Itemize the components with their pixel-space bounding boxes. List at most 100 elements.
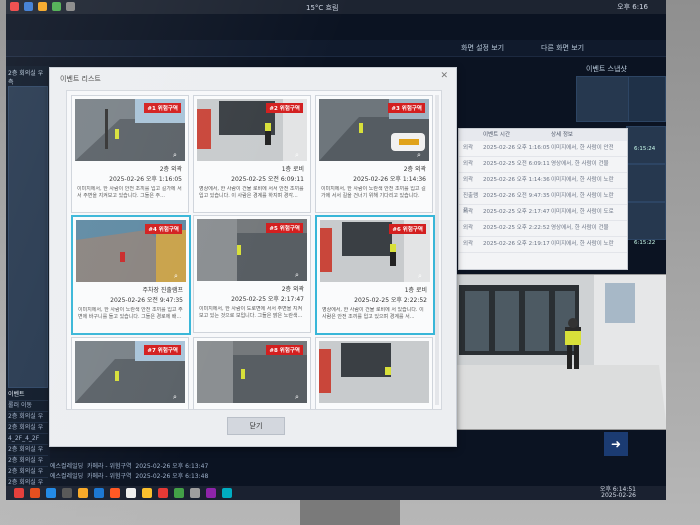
log-row[interactable]: 에스컬레일딩 카메라 - 위험구역 2025-02-26 오후 6:13:48 [50, 472, 470, 482]
event-card[interactable] [315, 337, 433, 409]
magnifier-icon[interactable]: ⌕ [173, 151, 181, 159]
scrollbar[interactable] [435, 95, 439, 405]
table-row[interactable]: 외곽 2025-02-26 오후 2:19:17 이미지에서, 한 사람이 노란 [459, 237, 627, 253]
event-card[interactable]: #7 위험구역 ⌕ [71, 337, 189, 409]
event-time: 2025-02-26 오후 1:16:05 [109, 176, 182, 183]
other-view-button[interactable]: 다른 화면 보기 [541, 43, 584, 53]
dialog-title: 이벤트 리스트 [60, 75, 101, 83]
app-icon[interactable] [142, 488, 152, 498]
event-time: 2025-02-25 오후 2:22:52 [354, 297, 427, 304]
risk-badge: #2 위험구역 [266, 103, 303, 113]
event-card[interactable]: #8 위험구역 ⌕ [193, 337, 311, 409]
log-row[interactable]: 에스컬레일딩 카메라 - 위험구역 2025-02-26 오후 6:13:47 [50, 462, 470, 472]
app-icon[interactable] [24, 2, 33, 11]
magnifier-icon[interactable]: ⌕ [417, 151, 425, 159]
cell-time: 2025-02-26 오후 1:14:36 [483, 177, 550, 183]
edge-icon[interactable] [46, 488, 56, 498]
app-icon[interactable] [222, 488, 232, 498]
cell-detail: 영상에서, 한 사람이 건물 [551, 161, 609, 167]
event-thumbnail: #8 위험구역 ⌕ [197, 341, 307, 403]
table-row[interactable]: 진출램프 2025-02-26 오전 9:47:35 이미지에서, 한 사람이 노란 [459, 189, 627, 214]
next-arrow-button[interactable]: ➜ [604, 432, 628, 456]
event-card[interactable]: #2 위험구역 ⌕ 1층 로비 2025-02-25 오전 6:09:11 영상… [193, 95, 311, 213]
event-card-grid: #1 위험구역 ⌕ 2층 외곽 2025-02-26 오후 1:16:05 이미… [66, 90, 442, 410]
side-list-item[interactable]: 2층 회의실 우 [8, 412, 48, 423]
event-card[interactable]: #3 위험구역 ⌕ 2층 외곽 2025-02-26 오후 1:14:36 이미… [315, 95, 433, 213]
cell-detail: 이미지에서, 한 사람이 안전 [551, 145, 614, 151]
magnifier-icon[interactable]: ⌕ [295, 393, 303, 401]
app-icon[interactable] [66, 2, 75, 11]
col-header [459, 129, 483, 141]
chrome-icon[interactable] [14, 488, 24, 498]
vms-toolbar: 화면 설정 보기 다른 화면 보기 이벤트 스냅샷 [6, 40, 666, 73]
app-icon[interactable] [38, 2, 47, 11]
event-time: 2025-02-26 오전 9:47:35 [110, 297, 183, 304]
cell-time: 2025-02-25 오후 2:22:52 [483, 225, 550, 231]
app-icon[interactable] [10, 2, 19, 11]
event-thumbnail [319, 341, 429, 403]
app-icon[interactable] [30, 488, 40, 498]
side-list-item[interactable]: 4_2F_4_2F [8, 434, 48, 445]
app-icon[interactable] [126, 488, 136, 498]
camera-tile[interactable] [626, 202, 666, 240]
folder-icon[interactable] [78, 488, 88, 498]
event-time: 2025-02-26 오후 1:14:36 [353, 176, 426, 183]
event-description: 이미지에서, 한 사람이 도로변에 서서 주변을 지켜보고 있는 것으로 보입니… [199, 306, 303, 319]
top-clock: 오후 6:16 [617, 3, 648, 11]
side-list-item[interactable]: 2층 회의실 우 [8, 467, 48, 478]
event-description: 이미지에서, 한 사람이 노란색 안전 조끼를 입고 길가에 서서 길을 건너기… [321, 186, 426, 199]
vscode-icon[interactable] [94, 488, 104, 498]
table-row[interactable]: 외곽 2025-02-25 오전 6:09:11 영상에서, 한 사람이 건물 [459, 157, 627, 173]
cell-location: 외곽 [463, 241, 474, 247]
view-settings-button[interactable]: 화면 설정 보기 [461, 43, 504, 53]
camera-tile[interactable] [8, 86, 48, 388]
col-header: 이벤트 시간 [483, 132, 511, 138]
event-time: 2025-02-25 오전 6:09:11 [231, 176, 304, 183]
camera-tile[interactable] [626, 126, 666, 164]
table-row[interactable]: 외곽 2025-02-26 오후 1:16:05 이미지에서, 한 사람이 안전 [459, 141, 627, 157]
table-row[interactable]: 외곽 2025-02-26 오후 1:14:36 이미지에서, 한 사람이 노란 [459, 173, 627, 189]
risk-badge: #1 위험구역 [144, 103, 181, 113]
close-icon[interactable]: ✕ [440, 71, 448, 81]
magnifier-icon[interactable]: ⌕ [173, 393, 181, 401]
camera-tile[interactable] [576, 76, 630, 122]
log-camera: 에스컬레일딩 [50, 473, 84, 480]
table-row[interactable]: 외곽 2025-02-25 오후 2:17:47 이미지에서, 한 사람이 도로 [459, 205, 627, 221]
weather-text: 15°C 흐림 [306, 4, 339, 12]
app-icon[interactable] [158, 488, 168, 498]
event-card[interactable]: #1 위험구역 ⌕ 2층 외곽 2025-02-26 오후 1:16:05 이미… [71, 95, 189, 213]
log-event: 카메라 - 위험구역 [86, 473, 132, 480]
magnifier-icon[interactable]: ⌕ [418, 272, 426, 280]
cell-location: 외곽 [463, 177, 474, 183]
system-tray: 15°C 흐림 [306, 3, 338, 13]
side-list-item[interactable]: 2층 회의실 우 [8, 423, 48, 434]
top-app-icons [10, 2, 75, 11]
side-list-item[interactable]: 2층 회의실 우 [8, 445, 48, 456]
event-card-selected[interactable]: #6 위험구역 ⌕ 1층 로비 2025-02-25 오후 2:22:52 영상… [315, 215, 435, 335]
side-list-item[interactable]: 2층 회의실 우 [8, 456, 48, 467]
cam-time: 6:15:22 [634, 240, 656, 246]
app-icon[interactable] [110, 488, 120, 498]
app-icon[interactable] [190, 488, 200, 498]
event-card-selected[interactable]: #4 위험구역 ⌕ 주차장 진출램프 2025-02-26 오전 9:47:35… [71, 215, 191, 335]
camera-tile[interactable] [626, 164, 666, 202]
magnifier-icon[interactable]: ⌕ [174, 272, 182, 280]
visual-studio-icon[interactable] [206, 488, 216, 498]
app-icon[interactable] [62, 488, 72, 498]
risk-badge: #8 위험구역 [266, 345, 303, 355]
app-icon[interactable] [52, 2, 61, 11]
event-thumbnail: #5 위험구역 ⌕ [197, 219, 307, 281]
table-row[interactable]: 외곽 2025-02-25 오후 2:22:52 영상에서, 한 사람이 건물 [459, 221, 627, 237]
risk-badge: #4 위험구역 [145, 224, 182, 234]
magnifier-icon[interactable]: ⌕ [295, 151, 303, 159]
event-card[interactable]: #5 위험구역 ⌕ 2층 외곽 2025-02-25 오후 2:17:47 이미… [193, 215, 311, 333]
event-location: 2층 외곽 [281, 286, 304, 293]
camera-tile[interactable] [628, 76, 666, 122]
app-icon[interactable] [174, 488, 184, 498]
event-location: 2층 외곽 [403, 166, 426, 173]
side-list-item[interactable]: 롤러 이동 [8, 401, 48, 412]
event-description: 영상에서, 한 사람이 건물 로비에 서 있습니다. 이 사람은 안전 조끼를 … [322, 307, 424, 320]
close-button[interactable]: 닫기 [227, 417, 285, 435]
magnifier-icon[interactable]: ⌕ [295, 271, 303, 279]
log-camera: 에스컬레일딩 [50, 463, 84, 470]
